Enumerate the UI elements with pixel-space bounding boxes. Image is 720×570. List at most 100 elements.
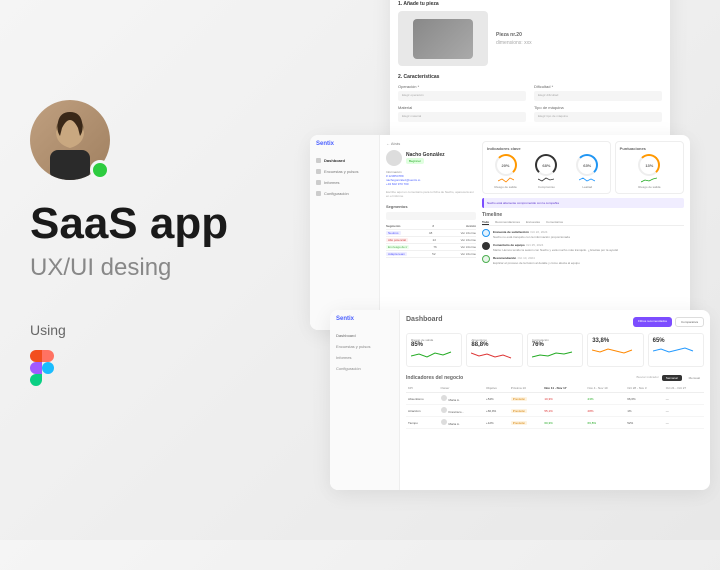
indicators-title: Indicadores clave (487, 146, 606, 151)
sidebar: Sentix Dashboard Encuestas y pulsos Info… (310, 135, 380, 330)
profile-note: Escribe aquí un comentario para tu ficha… (386, 190, 476, 198)
table-row[interactable]: AbsentismoMarta A.+54%Previsión10,3%23%6… (406, 393, 704, 405)
using-label: Using (30, 322, 310, 338)
part-upload-box: Pieza nr.20 dimensions: xxx (398, 11, 662, 66)
recommendation-icon (482, 255, 490, 263)
nav-encuestas[interactable]: Encuestas y pulsos (316, 166, 373, 177)
insight-banner: Nacho está altamente comprometido con la… (482, 198, 684, 208)
sparkline-icon (411, 350, 457, 360)
nav-encuestas[interactable]: Encuestas y pulsos (336, 341, 393, 352)
operacion-label: Operación * (398, 84, 526, 89)
sparkline-icon (532, 350, 578, 360)
segment-row[interactable]: Alto potencial22Ver informe (386, 237, 476, 244)
profile-header: Nacho González Beginner (386, 150, 476, 166)
table-title: Indicadores del negocio (406, 375, 463, 381)
gear-icon (316, 191, 321, 196)
avatar-icon (441, 407, 447, 413)
status-online-icon (90, 160, 110, 180)
kpi-card[interactable]: 65% (648, 333, 704, 367)
kpi-card[interactable]: Absentismo88,8% (466, 333, 522, 367)
tab-comentarios[interactable]: Comentarios (546, 220, 563, 225)
kpi-table: KPI Owner Objetivo Próxima 10 Nov 11 - N… (406, 384, 704, 429)
part-3d-icon (413, 19, 473, 59)
brand-logo: Sentix (316, 141, 373, 147)
back-link[interactable]: ← Atrás (386, 141, 476, 146)
part-dimensions: dimensions: xxx (496, 40, 662, 46)
timeline-title: Timeline (482, 212, 684, 218)
profile-avatar (386, 150, 402, 166)
segment-row[interactable]: En riesgo de ir76Ver informe (386, 244, 476, 251)
sparkline-icon (579, 177, 595, 183)
nav-configuracion[interactable]: Configuración (336, 363, 393, 374)
timeline-tabs: Todo Recomendaciones Encuestas Comentari… (482, 220, 684, 226)
avatar-wrap (30, 100, 110, 180)
nav-dashboard[interactable]: Dashboard (336, 330, 393, 341)
scores-title: Puntuaciones (620, 146, 679, 151)
sidebar: Sentix Dashboard Encuestas y pulsos Info… (330, 310, 400, 490)
gauge-score: 13%Riesgo de salida (638, 154, 660, 189)
chart-icon (316, 169, 321, 174)
nav-informes[interactable]: Informes (316, 177, 373, 188)
tipo-select[interactable]: Elegir tipo de máquina (534, 112, 662, 122)
figma-icon (30, 350, 54, 386)
operacion-select[interactable]: Elegir operación (398, 91, 526, 101)
mockup-stack: Obtén presupuesto IA de tu pieza Carga i… (310, 0, 720, 570)
hero-title: SaaS app (30, 200, 310, 248)
gauge-lealtad: 63%Lealtad (576, 154, 598, 189)
hero-subtitle: UX/UI desing (30, 254, 310, 282)
mockup-profile-dashboard: Sentix Dashboard Encuestas y pulsos Info… (310, 135, 690, 330)
kpi-card[interactable]: Riesgo de salida85% (406, 333, 462, 367)
tab-encuestas[interactable]: Encuestas (526, 220, 540, 225)
segments-title: Segmentos (386, 204, 476, 209)
mockup-kpi-dashboard: Sentix Dashboard Encuestas y pulsos Info… (330, 310, 710, 490)
sparkline-icon (498, 177, 514, 183)
comment-icon (482, 242, 490, 250)
sparkline-icon (653, 346, 699, 356)
nav-informes[interactable]: Informes (336, 352, 393, 363)
grid-icon (316, 158, 321, 163)
dashboard-title: Dashboard (406, 316, 443, 323)
toggle-mensual[interactable]: Mensual (685, 375, 704, 381)
table-row[interactable]: AtracciónFrancisco ..+66,9%Previsión55,1… (406, 405, 704, 417)
timeline-item[interactable]: Recomendación Oct 10, 2024Explicar el pr… (482, 255, 684, 265)
table-row[interactable]: TiempoMarta A.+12%Previsión60,3%66,8%52%… (406, 417, 704, 429)
scores-card: Puntuaciones 13%Riesgo de salida (615, 141, 684, 194)
sparkline-icon (471, 350, 517, 360)
segments-search[interactable] (386, 212, 476, 220)
profile-badge: Beginner (406, 158, 424, 164)
tipo-label: Tipo de máquina (534, 105, 662, 110)
hero-panel: SaaS app UX/UI desing Using (30, 100, 310, 391)
segment-row[interactable]: Neutros48Ver informe (386, 230, 476, 237)
timeline-item[interactable]: Encuesta de satisfacción Oct 22, 2024Nac… (482, 229, 684, 239)
segment-row[interactable]: Adapta team52Ver informe (386, 251, 476, 258)
avatar-icon (441, 419, 447, 425)
sparkline-icon (641, 177, 657, 183)
comparativa-button[interactable]: Comparativa (675, 317, 704, 327)
part-image[interactable] (398, 11, 488, 66)
nav-configuracion[interactable]: Configuración (316, 188, 373, 199)
search-input[interactable]: Buscar indicador (636, 375, 658, 381)
tab-todo[interactable]: Todo (482, 220, 489, 225)
dificultad-select[interactable]: Elegir dificultad (534, 91, 662, 101)
filtros-button[interactable]: Filtros recomendados (633, 317, 672, 327)
material-label: Material (398, 105, 526, 110)
brand-logo: Sentix (336, 316, 393, 322)
nav-dashboard[interactable]: Dashboard (316, 155, 373, 166)
indicators-card: Indicadores clave 20%Riesgo de salida 68… (482, 141, 611, 194)
tab-recomendaciones[interactable]: Recomendaciones (495, 220, 520, 225)
section-1-label: 1. Añade tu pieza (398, 1, 662, 7)
doc-icon (316, 180, 321, 185)
material-select[interactable]: Elegir material (398, 112, 526, 122)
toggle-semanal[interactable]: Semanal (662, 375, 682, 381)
kpi-row: Riesgo de salida85% Absentismo88,8% Cont… (406, 333, 704, 367)
gauge-compromiso: 68%Compromiso (535, 154, 557, 189)
sparkline-icon (592, 346, 638, 356)
gauge-riesgo: 20%Riesgo de salida (494, 154, 516, 189)
section-2-label: 2. Características (398, 74, 662, 80)
sparkline-icon (538, 177, 554, 183)
kpi-card[interactable]: Contratación76% (527, 333, 583, 367)
mockup-budget-form: Obtén presupuesto IA de tu pieza Carga i… (390, 0, 670, 150)
kpi-card[interactable]: 33,8% (587, 333, 643, 367)
survey-icon (482, 229, 490, 237)
timeline-item[interactable]: Comentario de equipo Oct 25, 2024Marta: … (482, 242, 684, 252)
